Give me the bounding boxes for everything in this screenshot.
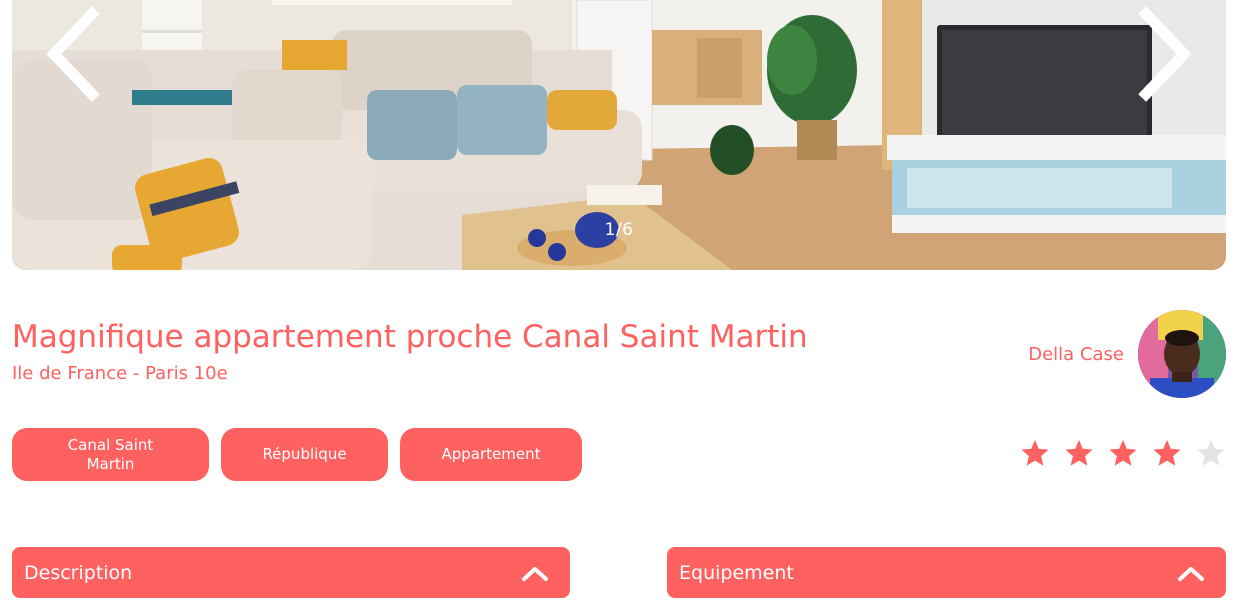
star-icon <box>1152 438 1182 468</box>
star-icon <box>1108 438 1138 468</box>
tag-list: Canal Saint Martin République Appartemen… <box>12 428 582 481</box>
host-avatar-image <box>1138 310 1226 398</box>
chevron-left-icon <box>46 6 100 102</box>
photo-carousel: 1/6 <box>12 0 1226 270</box>
rating-stars <box>1020 438 1226 468</box>
chevron-up-icon <box>520 563 550 583</box>
host-info: Della Case <box>1028 310 1226 398</box>
chevron-right-icon <box>1138 6 1192 102</box>
page-title: Magnifique appartement proche Canal Sain… <box>12 319 808 355</box>
avatar <box>1138 310 1226 398</box>
star-icon <box>1064 438 1094 468</box>
photo-counter: 1/6 <box>604 220 634 240</box>
chevron-up-icon <box>1176 563 1206 583</box>
description-title: Description <box>24 561 133 584</box>
description-toggle[interactable]: Description <box>12 547 570 598</box>
tag: Appartement <box>400 428 582 481</box>
star-icon <box>1196 438 1226 468</box>
next-photo-button[interactable] <box>1126 4 1196 104</box>
tag: République <box>221 428 388 481</box>
star-icon <box>1020 438 1050 468</box>
previous-photo-button[interactable] <box>42 4 112 104</box>
tag: Canal Saint Martin <box>12 428 209 481</box>
listing-location: Ile de France - Paris 10e <box>12 363 228 384</box>
host-name: Della Case <box>1028 343 1124 365</box>
equipment-toggle[interactable]: Equipement <box>667 547 1226 598</box>
listing-page: 1/6 Magnifique appartement proche Canal … <box>0 0 1240 601</box>
equipment-title: Equipement <box>679 561 794 584</box>
